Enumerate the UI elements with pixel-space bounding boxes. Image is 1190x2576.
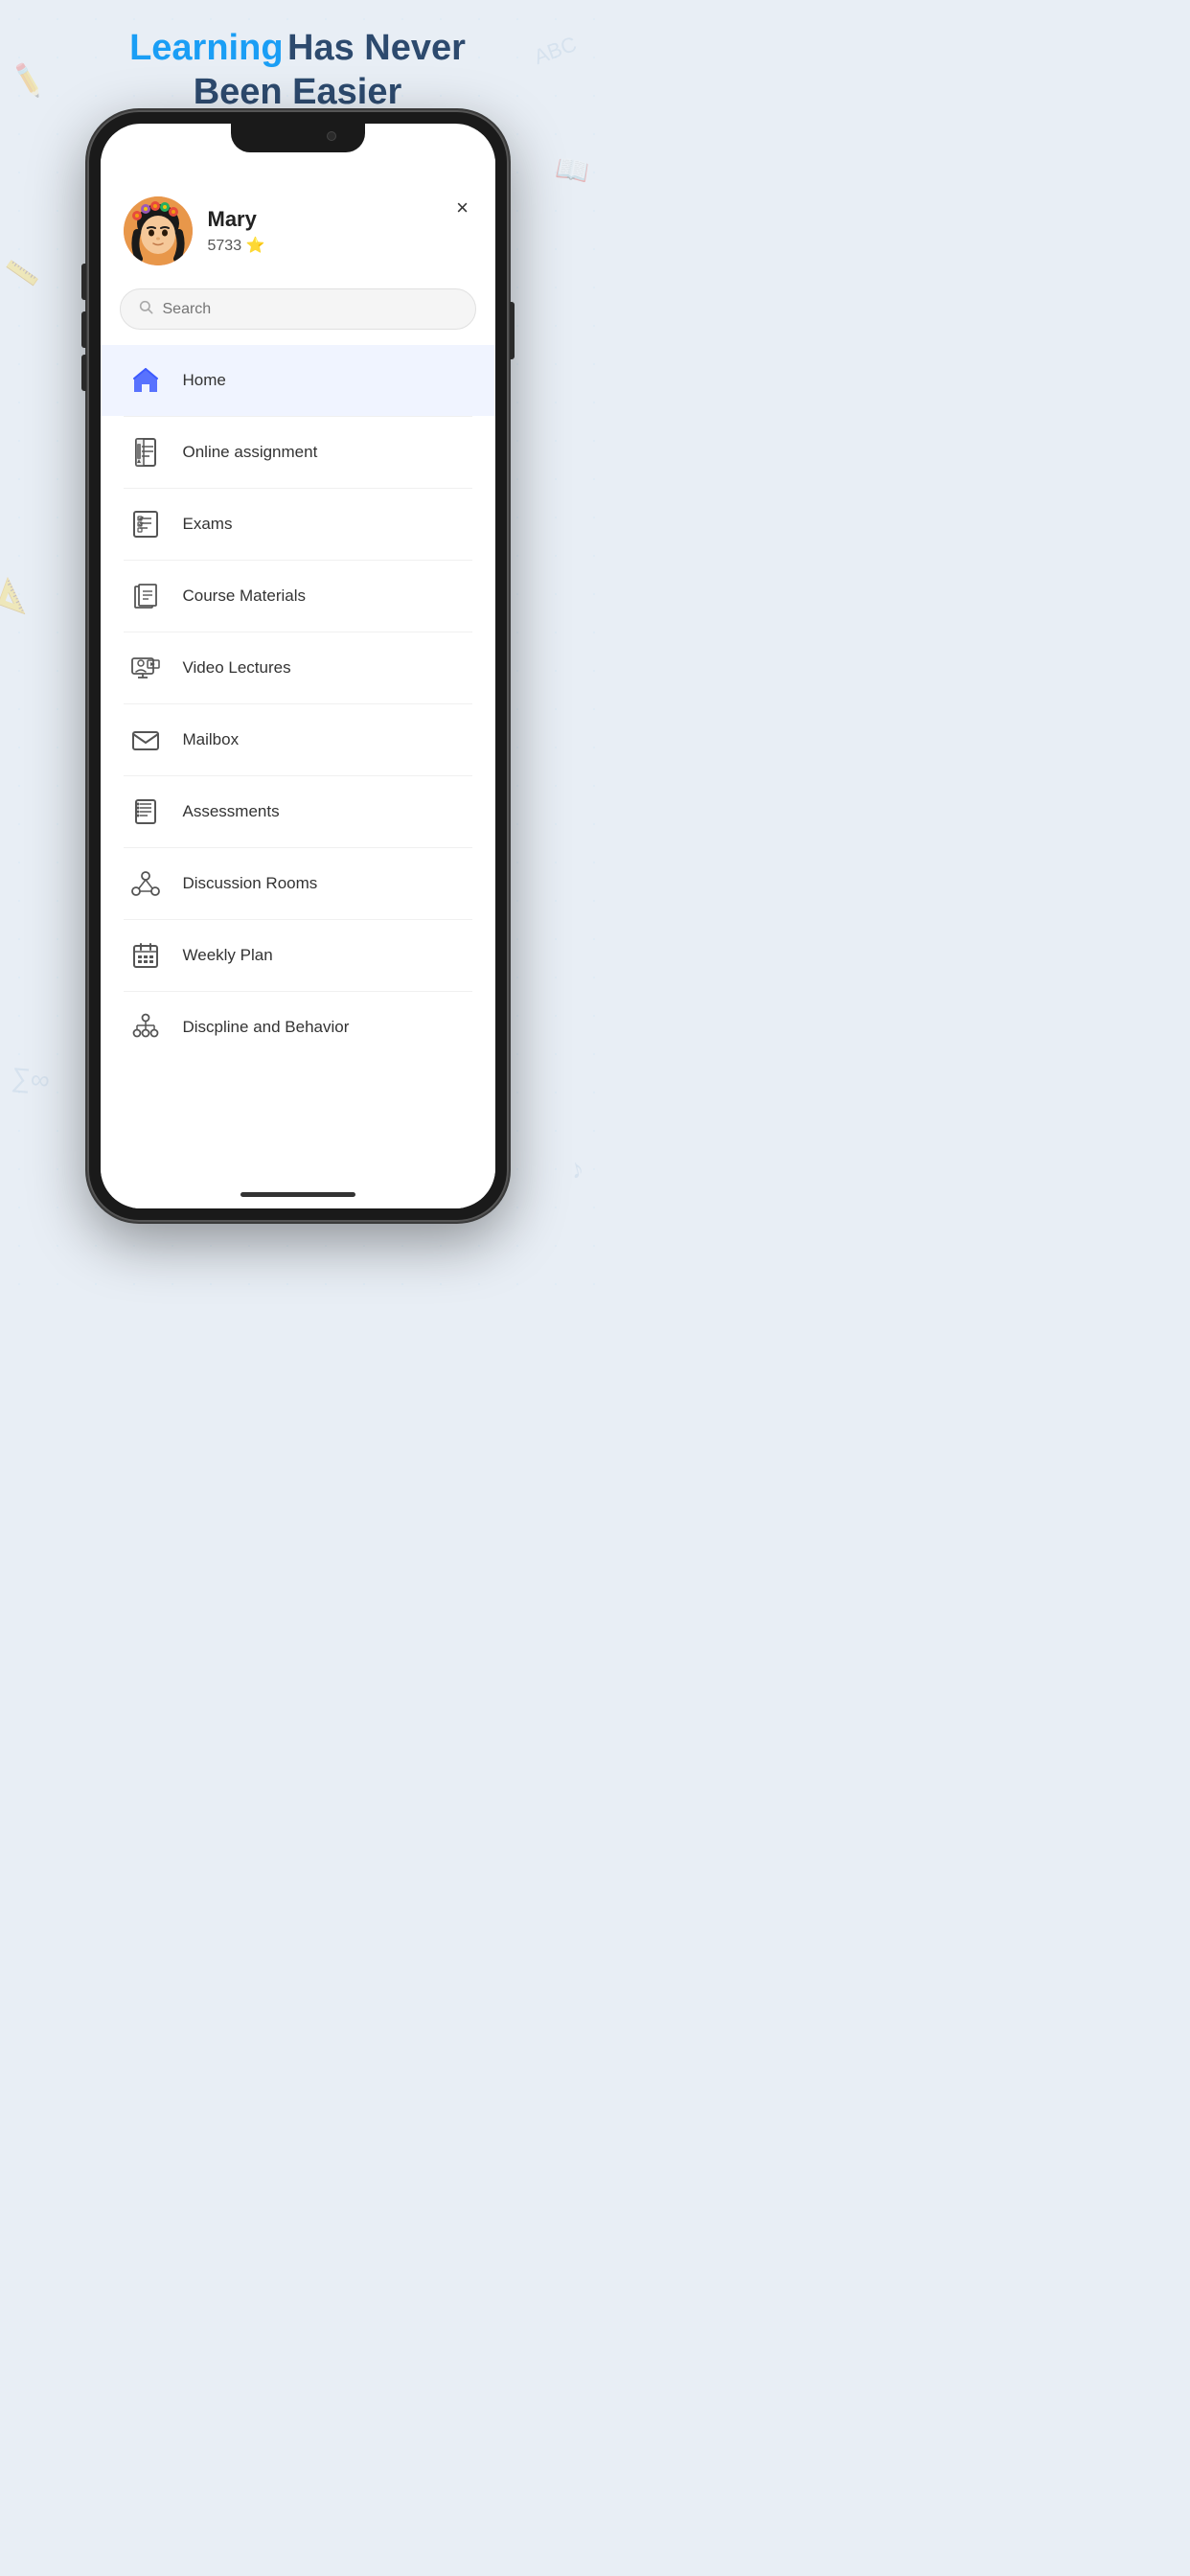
user-info: Mary 5733 ⭐ [208, 207, 265, 255]
sidebar-item-discipline-behavior[interactable]: Discpline and Behavior [101, 992, 495, 1063]
search-input[interactable] [163, 301, 458, 318]
sidebar-item-video-lectures[interactable]: Video Lectures [101, 632, 495, 703]
sidebar-item-label: Discussion Rooms [183, 874, 318, 893]
app-content: × [101, 158, 495, 1208]
exams-icon [127, 506, 164, 542]
home-icon [127, 362, 164, 399]
phone-screen: × [101, 124, 495, 1208]
sidebar-item-assessments[interactable]: Assessments [101, 776, 495, 847]
phone-notch [231, 124, 365, 152]
sidebar-item-label: Online assignment [183, 443, 318, 462]
user-points: 5733 ⭐ [208, 236, 265, 255]
sidebar-item-label: Course Materials [183, 586, 307, 606]
home-indicator [240, 1192, 355, 1197]
sidebar-item-label: Video Lectures [183, 658, 291, 678]
phone-frame: × [87, 110, 509, 1222]
discussion-rooms-icon [127, 865, 164, 902]
sidebar-item-label: Weekly Plan [183, 946, 273, 965]
sidebar-item-label: Mailbox [183, 730, 240, 749]
header-rest2: Been Easier [194, 72, 402, 112]
sidebar-item-weekly-plan[interactable]: Weekly Plan [101, 920, 495, 991]
sidebar-item-home[interactable]: Home [101, 345, 495, 416]
avatar [124, 196, 193, 265]
course-materials-icon [127, 578, 164, 614]
close-button[interactable]: × [447, 193, 478, 223]
video-lectures-icon [127, 650, 164, 686]
user-profile: Mary 5733 ⭐ [101, 158, 495, 281]
assignment-icon [127, 434, 164, 471]
search-icon [138, 299, 153, 319]
weekly-plan-icon [127, 937, 164, 974]
sidebar-item-label: Assessments [183, 802, 280, 821]
sidebar-item-exams[interactable]: Exams [101, 489, 495, 560]
user-name: Mary [208, 207, 265, 232]
avatar-svg [124, 196, 193, 265]
sidebar-item-online-assignment[interactable]: Online assignment [101, 417, 495, 488]
sidebar-item-mailbox[interactable]: Mailbox [101, 704, 495, 775]
header-title: Learning Has Never Been Easier [0, 27, 595, 114]
mailbox-icon [127, 722, 164, 758]
sidebar-item-discussion-rooms[interactable]: Discussion Rooms [101, 848, 495, 919]
search-bar[interactable] [120, 288, 476, 330]
header-rest: Has Never [287, 28, 466, 68]
sidebar-item-label: Exams [183, 515, 233, 534]
sidebar-item-label: Discpline and Behavior [183, 1018, 350, 1037]
discipline-icon [127, 1009, 164, 1046]
header-learning: Learning [129, 28, 283, 68]
sidebar-item-label: Home [183, 371, 226, 390]
sidebar-item-course-materials[interactable]: Course Materials [101, 561, 495, 632]
assessments-icon [127, 794, 164, 830]
front-camera [327, 131, 336, 141]
menu-list: Home [101, 345, 495, 1092]
